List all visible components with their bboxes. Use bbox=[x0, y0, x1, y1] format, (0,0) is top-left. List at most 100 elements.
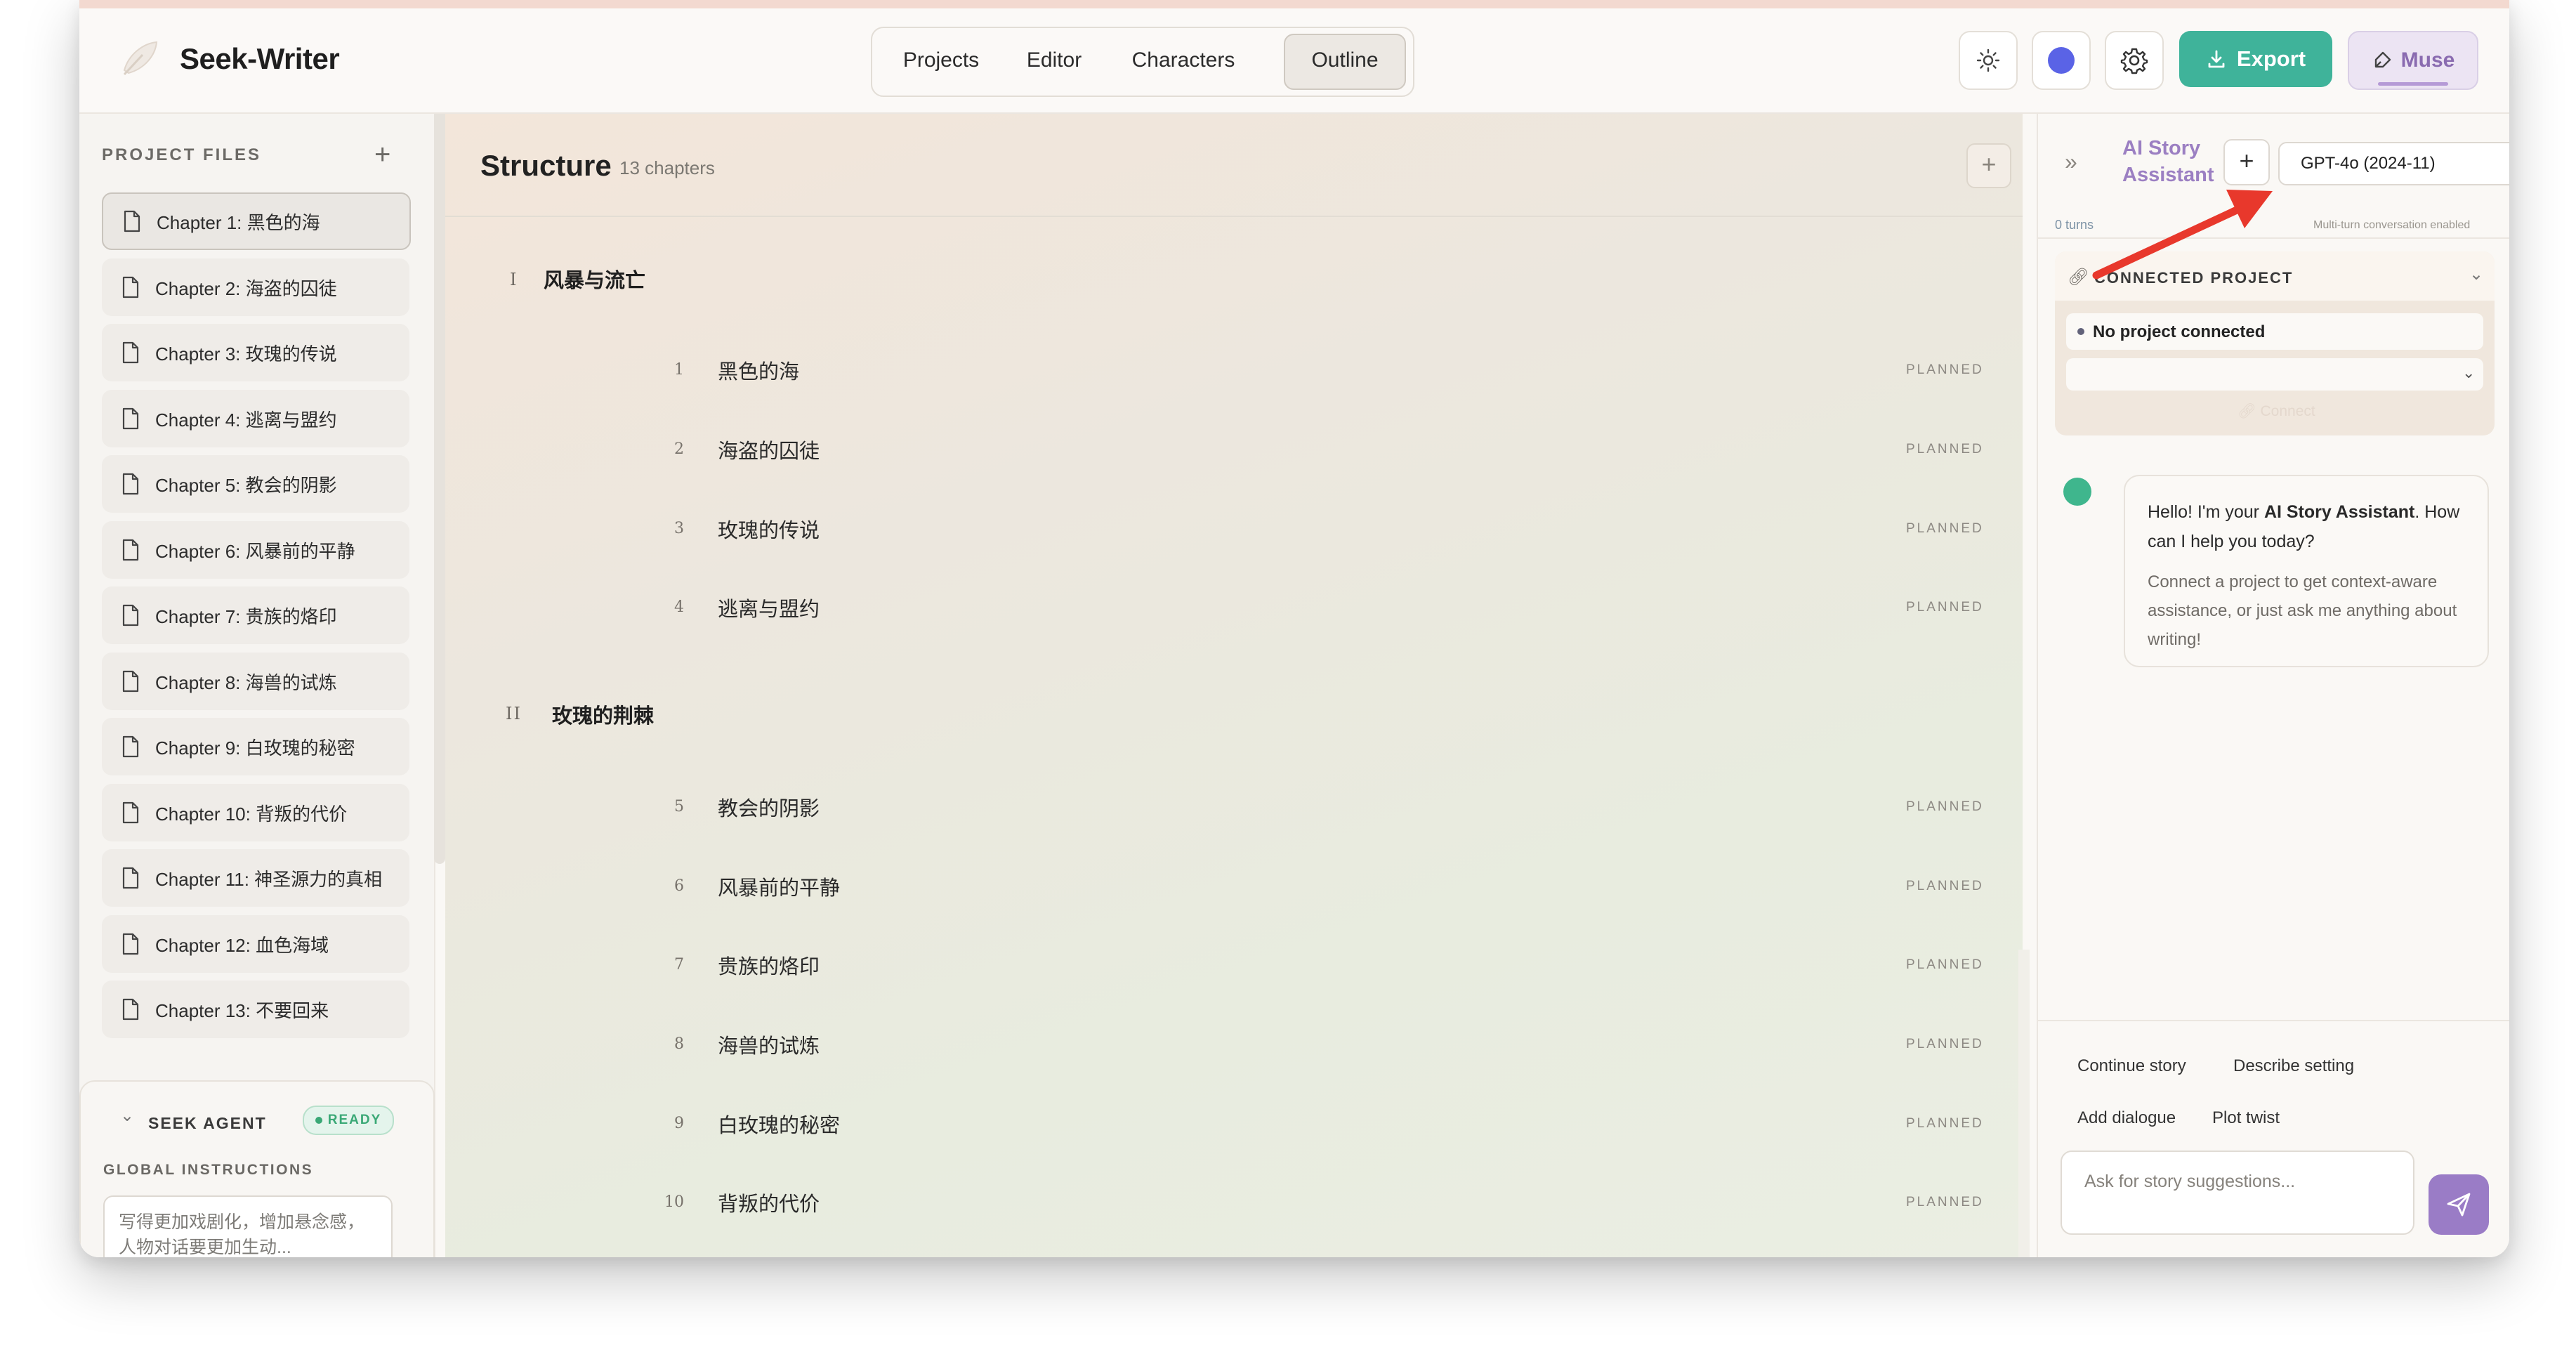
collapse-panel-icon[interactable]: » bbox=[2065, 149, 2077, 175]
chapter-status: PLANNED bbox=[1906, 442, 1984, 457]
sidebar-item-chapter[interactable]: Chapter 3: 玫瑰的传说 bbox=[102, 324, 409, 381]
app-window: Seek-Writer Projects Editor Characters O… bbox=[79, 0, 2509, 1257]
document-icon bbox=[122, 341, 139, 364]
connect-button[interactable]: 🔗︎ Connect bbox=[2237, 403, 2315, 420]
chapter-title[interactable]: 贵族的烙印 bbox=[718, 950, 820, 980]
tab-projects[interactable]: Projects bbox=[889, 34, 993, 87]
sidebar-item-chapter[interactable]: Chapter 2: 海盗的囚徒 bbox=[102, 258, 409, 316]
sidebar-item-chapter[interactable]: Chapter 12: 血色海域 bbox=[102, 915, 409, 973]
page-title: Structure bbox=[480, 149, 612, 182]
sidebar-item-chapter[interactable]: Chapter 7: 贵族的烙印 bbox=[102, 586, 409, 644]
outline-header: Structure 13 chapters + bbox=[445, 114, 2023, 217]
chapter-status: PLANNED bbox=[1906, 1037, 1984, 1051]
chapter-title[interactable]: 海盗的囚徒 bbox=[718, 435, 820, 464]
quick-describe-setting[interactable]: Describe setting bbox=[2216, 1048, 2371, 1084]
accent-color-button[interactable] bbox=[2032, 31, 2091, 90]
settings-button[interactable] bbox=[2105, 31, 2164, 90]
new-chat-button[interactable]: + bbox=[2223, 139, 2270, 185]
outline-scrollbar[interactable] bbox=[2018, 950, 2030, 1257]
top-header: Seek-Writer Projects Editor Characters O… bbox=[79, 0, 2509, 114]
muse-button[interactable]: Muse bbox=[2348, 31, 2478, 90]
chapter-number: 1 bbox=[674, 361, 684, 379]
chapter-title[interactable]: 海兽的试炼 bbox=[718, 1030, 820, 1059]
chapter-number: 2 bbox=[674, 440, 684, 458]
quick-plot-twist[interactable]: Plot twist bbox=[2195, 1100, 2296, 1136]
chapter-number: 10 bbox=[664, 1193, 684, 1211]
sidebar-item-chapter[interactable]: Chapter 13: 不要回来 bbox=[102, 981, 409, 1038]
chapter-title[interactable]: 逃离与盟约 bbox=[718, 593, 820, 622]
document-icon bbox=[122, 998, 139, 1021]
turns-count: 0 turns bbox=[2055, 218, 2094, 232]
chapter-status: PLANNED bbox=[1906, 1116, 1984, 1131]
sidebar-item-label: Chapter 9: 白玫瑰的秘密 bbox=[155, 737, 355, 759]
sidebar-item-label: Chapter 13: 不要回来 bbox=[155, 999, 329, 1021]
download-icon bbox=[2208, 50, 2225, 68]
greeting-subtext: Connect a project to get context-aware a… bbox=[2148, 572, 2457, 649]
sidebar-item-label: Chapter 5: 教会的阴影 bbox=[155, 474, 337, 496]
multi-turn-note: Multi-turn conversation enabled bbox=[2313, 219, 2471, 231]
sidebar-item-label: Chapter 8: 海兽的试炼 bbox=[155, 671, 337, 693]
global-instructions-field[interactable]: 写得更加戏剧化，增加悬念感，人物对话要更加生动... bbox=[103, 1195, 393, 1257]
assistant-title-line2: Assistant bbox=[2122, 164, 2214, 186]
project-select[interactable]: ⌄ bbox=[2066, 358, 2483, 391]
assistant-message: Hello! I'm your AI Story Assistant. How … bbox=[2124, 475, 2489, 667]
sidebar-item-chapter[interactable]: Chapter 4: 逃离与盟约 bbox=[102, 390, 409, 447]
sidebar-item-chapter[interactable]: Chapter 10: 背叛的代价 bbox=[102, 784, 409, 841]
chapter-title[interactable]: 教会的阴影 bbox=[718, 792, 820, 822]
tab-outline[interactable]: Outline bbox=[1284, 34, 1406, 90]
chapter-title[interactable]: 黑色的海 bbox=[718, 355, 799, 385]
send-button[interactable] bbox=[2429, 1174, 2489, 1235]
feather-logo-icon bbox=[123, 41, 158, 76]
sidebar-item-chapter[interactable]: Chapter 8: 海兽的试炼 bbox=[102, 653, 409, 710]
sidebar-item-chapter[interactable]: Chapter 5: 教会的阴影 bbox=[102, 455, 409, 513]
status-badge: READY bbox=[303, 1106, 394, 1135]
chevron-down-icon[interactable]: ⌄ bbox=[120, 1106, 134, 1126]
gear-icon bbox=[2120, 48, 2148, 74]
feather-icon bbox=[2374, 51, 2391, 68]
tab-characters[interactable]: Characters bbox=[1117, 34, 1250, 87]
quick-continue-story[interactable]: Continue story bbox=[2061, 1048, 2203, 1084]
export-button[interactable]: Export bbox=[2179, 31, 2332, 87]
document-icon bbox=[124, 210, 140, 232]
add-file-icon[interactable]: + bbox=[374, 139, 390, 171]
sidebar-item-chapter[interactable]: Chapter 1: 黑色的海 bbox=[102, 192, 411, 250]
project-sidebar: PROJECT FILES + Chapter 1: 黑色的海 Chapter 2… bbox=[79, 114, 435, 1257]
chapter-status: PLANNED bbox=[1906, 957, 1984, 972]
chapter-title[interactable]: 白玫瑰的秘密 bbox=[718, 1109, 840, 1139]
chapter-title[interactable]: 玫瑰的传说 bbox=[718, 514, 820, 544]
sidebar-item-chapter[interactable]: Chapter 11: 神圣源力的真相 bbox=[102, 849, 409, 907]
sidebar-item-chapter[interactable]: Chapter 9: 白玫瑰的秘密 bbox=[102, 718, 409, 775]
document-icon bbox=[122, 867, 139, 889]
document-icon bbox=[122, 539, 139, 561]
part-title[interactable]: 玫瑰的荆棘 bbox=[552, 700, 654, 729]
connected-project-header[interactable]: 🔗︎ CONNECTED PROJECT ⌄ bbox=[2055, 251, 2495, 301]
chapter-title[interactable]: 风暴前的平静 bbox=[718, 872, 840, 901]
chapter-title[interactable]: 背叛的代价 bbox=[718, 1188, 820, 1217]
chat-input[interactable]: Ask for story suggestions... bbox=[2061, 1150, 2414, 1235]
chat-input-placeholder: Ask for story suggestions... bbox=[2084, 1172, 2296, 1191]
quick-add-dialogue[interactable]: Add dialogue bbox=[2061, 1100, 2193, 1136]
sidebar-item-label: Chapter 7: 贵族的烙印 bbox=[155, 605, 337, 627]
link-icon: 🔗︎ bbox=[2068, 268, 2089, 287]
part-title[interactable]: 风暴与流亡 bbox=[544, 264, 645, 294]
tab-editor[interactable]: Editor bbox=[1013, 34, 1096, 87]
project-status: No project connected bbox=[2066, 313, 2483, 350]
model-select[interactable]: GPT-4o (2024-11) bbox=[2278, 142, 2509, 185]
chapter-number: 4 bbox=[674, 598, 684, 616]
outline-main: Structure 13 chapters + I 风暴与流亡 1 黑色的海 P… bbox=[445, 114, 2030, 1257]
chapter-status: PLANNED bbox=[1906, 879, 1984, 893]
theme-toggle-button[interactable] bbox=[1959, 31, 2018, 90]
chapter-status: PLANNED bbox=[1906, 799, 1984, 814]
chapter-number: 7 bbox=[674, 956, 684, 973]
chapter-number: 9 bbox=[674, 1115, 684, 1132]
document-icon bbox=[122, 670, 139, 693]
send-icon bbox=[2447, 1193, 2471, 1217]
chevron-down-icon[interactable]: ⌄ bbox=[2469, 264, 2483, 284]
chevron-down-icon: ⌄ bbox=[2462, 364, 2476, 381]
sidebar-item-chapter[interactable]: Chapter 6: 风暴前的平静 bbox=[102, 521, 409, 579]
add-part-button[interactable]: + bbox=[1966, 143, 2011, 188]
document-icon bbox=[122, 735, 139, 758]
connected-project-panel: 🔗︎ CONNECTED PROJECT ⌄ No project connec… bbox=[2055, 251, 2495, 435]
chapter-number: 6 bbox=[674, 877, 684, 895]
sidebar-scrollbar[interactable] bbox=[434, 114, 445, 864]
